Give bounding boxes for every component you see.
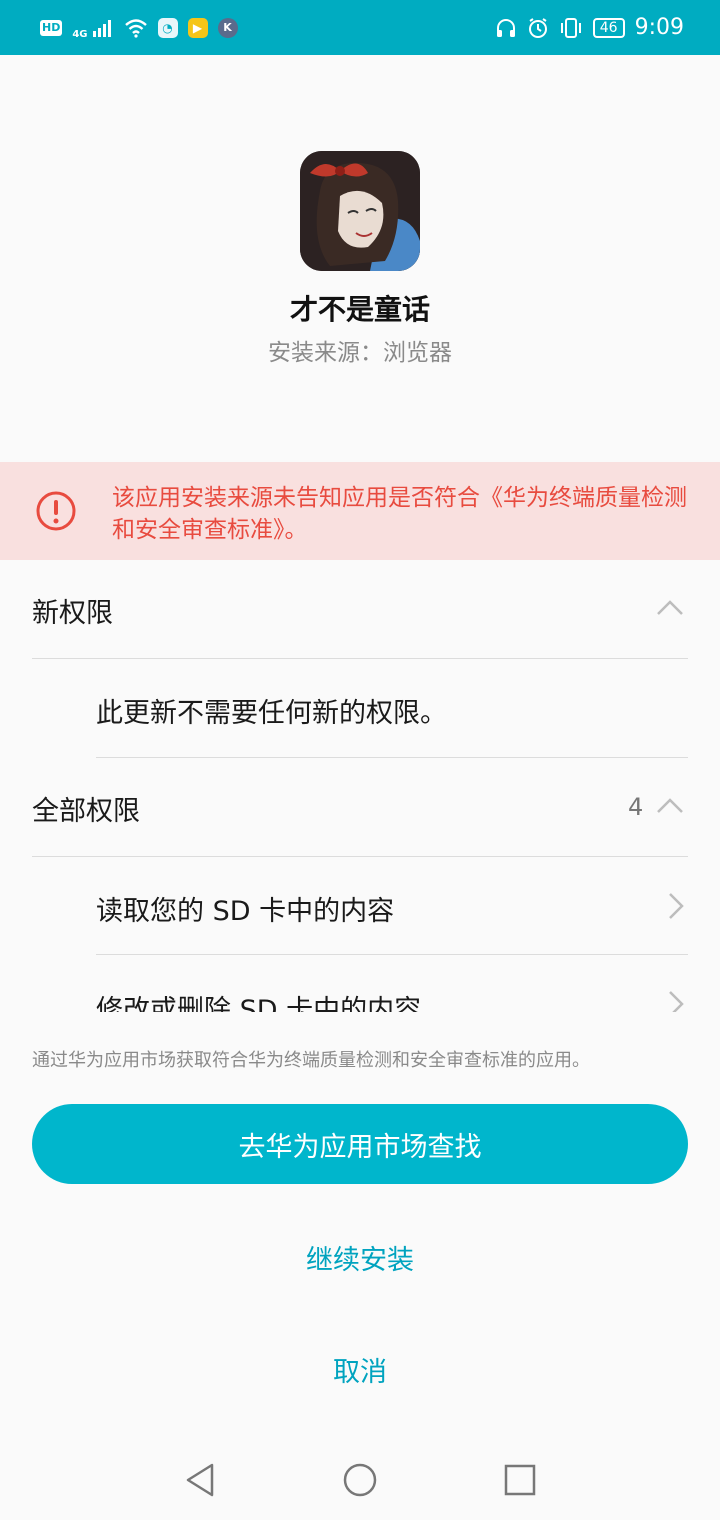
signal-icon xyxy=(92,18,114,38)
permission-list-clip: 修改或删除 SD 卡中的内容 xyxy=(0,960,720,1012)
divider xyxy=(32,658,688,659)
footnote: 通过华为应用市场获取符合华为终端质量检测和安全审查标准的应用。 xyxy=(32,1050,590,1071)
recents-icon[interactable] xyxy=(504,1464,536,1500)
install-source: 安装来源：浏览器 xyxy=(268,340,452,366)
continue-install-button[interactable]: 继续安装 xyxy=(0,1238,720,1277)
app-icon xyxy=(300,151,420,271)
permission-item[interactable]: 读取您的 SD 卡中的内容 xyxy=(96,886,688,930)
chevron-right-icon[interactable] xyxy=(666,892,686,924)
all-permissions-header[interactable]: 全部权限 xyxy=(32,786,688,830)
vibrate-icon xyxy=(559,17,583,39)
status-bar: HD 4G ◔ ▶ K 46 9:09 xyxy=(0,0,720,55)
back-icon[interactable] xyxy=(184,1462,216,1502)
headset-icon xyxy=(495,17,517,39)
home-icon[interactable] xyxy=(342,1462,378,1502)
wifi-icon xyxy=(124,18,148,38)
permission-item-label: 读取您的 SD 卡中的内容 xyxy=(96,895,395,927)
new-permissions-title: 新权限 xyxy=(32,597,113,629)
divider xyxy=(96,757,688,758)
hd-badge: HD xyxy=(40,19,63,36)
navigation-bar xyxy=(0,1440,720,1520)
status-time: 9:09 xyxy=(634,15,684,40)
permission-item-label: 修改或删除 SD 卡中的内容 xyxy=(96,994,422,1013)
status-bar-left: HD 4G ◔ ▶ K xyxy=(40,15,238,40)
browser-app-icon: ◔ xyxy=(157,17,178,38)
status-bar-right: 46 9:09 xyxy=(495,15,684,40)
new-permissions-message-row: 此更新不需要任何新的权限。 xyxy=(96,688,720,732)
go-to-appgallery-button[interactable]: 去华为应用市场查找 xyxy=(32,1104,688,1184)
security-warning-banner: 该应用安装来源未告知应用是否符合《华为终端质量检测和安全审查标准》。 xyxy=(0,462,720,560)
all-permissions-title: 全部权限 xyxy=(32,795,140,827)
new-permissions-message: 此更新不需要任何新的权限。 xyxy=(96,697,447,729)
k-app-icon: K xyxy=(217,17,238,38)
chevron-up-icon[interactable] xyxy=(656,796,684,820)
battery-indicator: 46 xyxy=(592,17,625,38)
permission-count: 4 xyxy=(628,793,644,821)
cancel-button[interactable]: 取消 xyxy=(0,1350,720,1389)
network-type: 4G xyxy=(72,29,88,40)
warning-icon xyxy=(35,490,77,532)
divider xyxy=(32,856,688,857)
alarm-icon xyxy=(527,17,549,39)
app-name: 才不是童话 xyxy=(289,293,430,326)
warning-text: 该应用安装来源未告知应用是否符合《华为终端质量检测和安全审查标准》。 xyxy=(112,485,687,543)
permission-item[interactable]: 修改或删除 SD 卡中的内容 xyxy=(96,985,688,1013)
new-permissions-header[interactable]: 新权限 xyxy=(32,588,688,632)
divider xyxy=(96,954,688,955)
chevron-up-icon[interactable] xyxy=(656,598,684,622)
video-app-icon: ▶ xyxy=(187,17,208,38)
chevron-right-icon[interactable] xyxy=(666,990,686,1012)
